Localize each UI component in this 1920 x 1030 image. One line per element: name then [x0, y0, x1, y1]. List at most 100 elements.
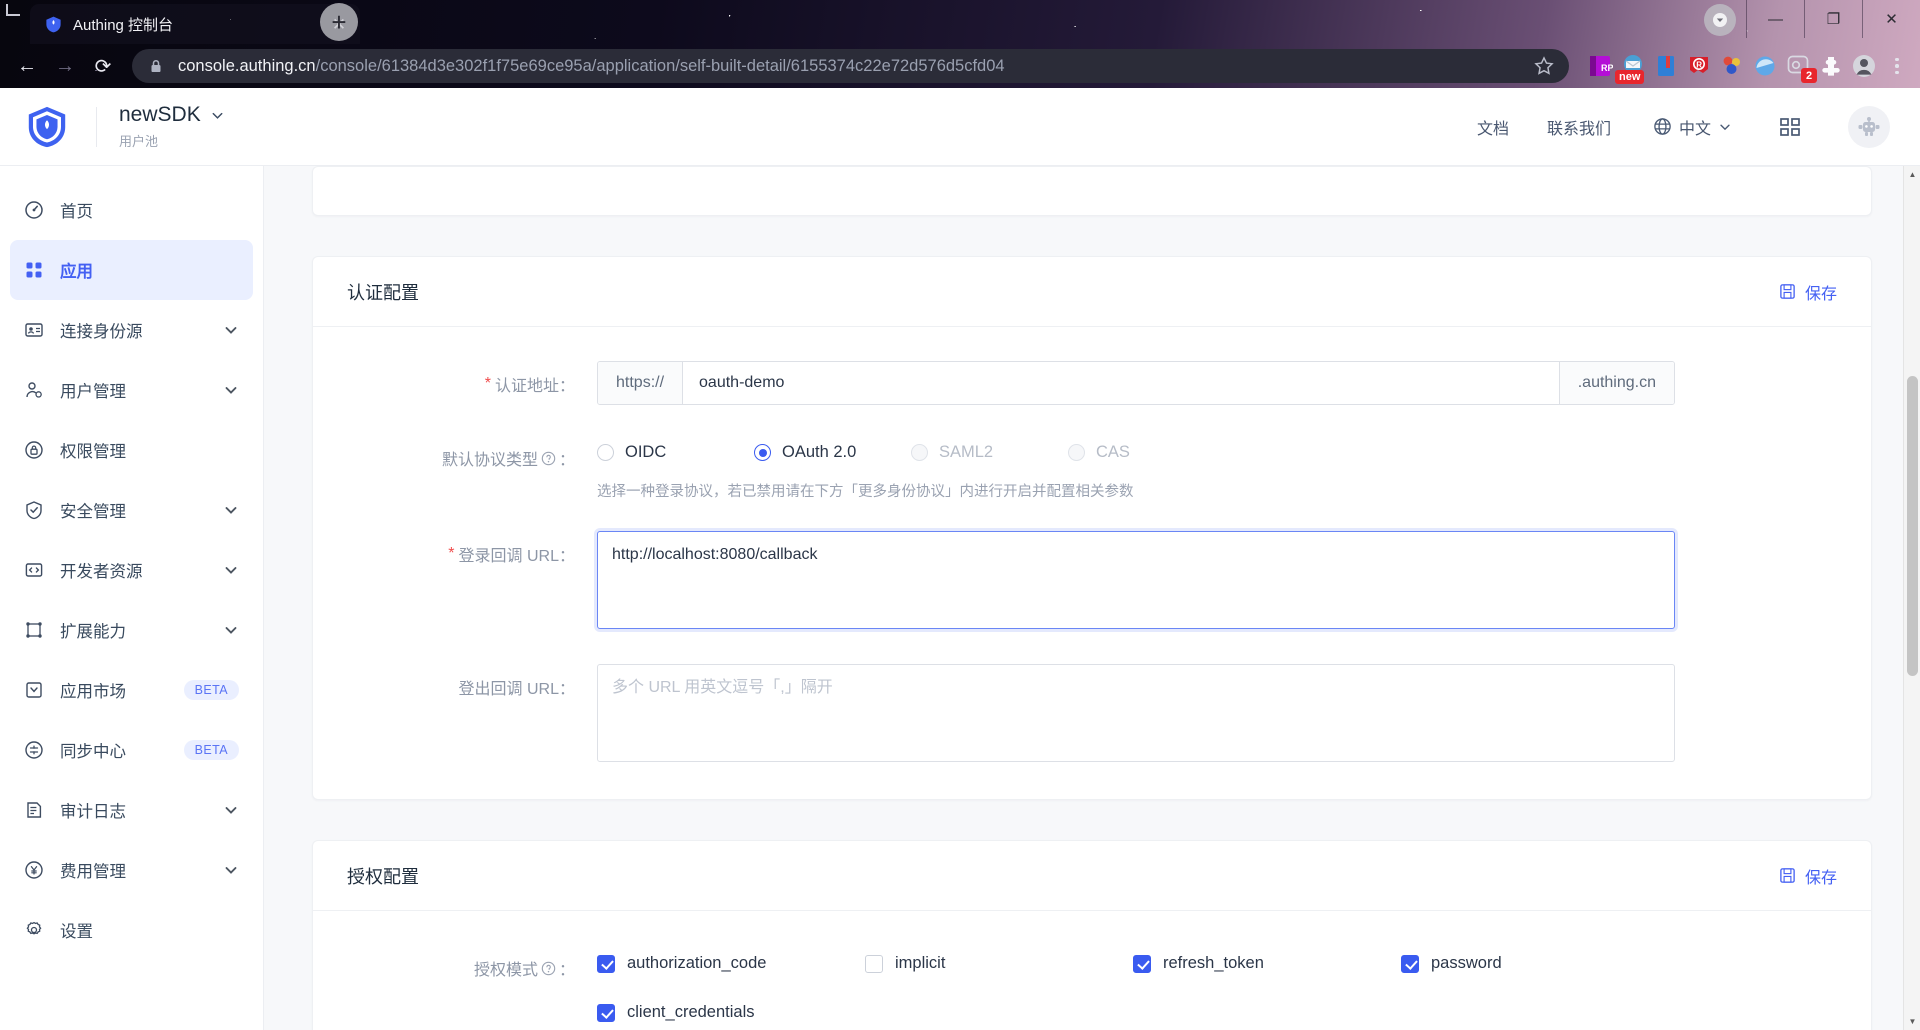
url-path: /console/61384d3e302f1f75e69ce95a/applic…	[316, 57, 1005, 75]
label-suffix: ：	[559, 446, 575, 470]
sidebar-item-user-management[interactable]: 用户管理	[10, 360, 253, 420]
docs-link[interactable]: 文档	[1477, 115, 1509, 139]
sidebar-item-sync-center[interactable]: 同步中心 BETA	[10, 720, 253, 780]
spheres-extension-icon[interactable]	[1719, 53, 1745, 79]
sidebar: 首页 应用 连接身份源 用户管理 权限管理	[0, 166, 264, 1030]
label-text: 登出回调 URL：	[459, 675, 575, 699]
required-marker: *	[485, 375, 491, 393]
reload-button[interactable]: ⟳	[86, 49, 120, 83]
auth-address-input[interactable]	[683, 362, 1559, 404]
scrollbar-up-arrow[interactable]: ▲	[1904, 166, 1920, 183]
protocol-option-oauth2[interactable]: OAuth 2.0	[754, 443, 911, 462]
question-circle-icon[interactable]	[541, 961, 556, 976]
mail-extension-icon[interactable]: new	[1620, 53, 1646, 79]
scrollbar-thumb[interactable]	[1907, 376, 1918, 676]
window-restore-button[interactable]: ❐	[1804, 0, 1862, 38]
sidebar-item-app-market[interactable]: 应用市场 BETA	[10, 660, 253, 720]
auth-address-input-group[interactable]: https:// .authing.cn	[597, 361, 1675, 405]
grant-mode-authorization-code[interactable]: authorization_code	[597, 954, 865, 973]
sidebar-item-label: 费用管理	[60, 858, 207, 882]
sidebar-item-billing[interactable]: 费用管理	[10, 840, 253, 900]
save-icon	[1779, 283, 1796, 300]
sidebar-item-audit-logs[interactable]: 审计日志	[10, 780, 253, 840]
globe-icon	[1653, 117, 1672, 136]
red-r-extension-icon[interactable]: R	[1686, 53, 1712, 79]
checkbox-indicator	[597, 1004, 615, 1022]
sidebar-item-home[interactable]: 首页	[10, 180, 253, 240]
grant-mode-refresh-token[interactable]: refresh_token	[1133, 954, 1401, 973]
grant-modes-row: 授权模式 ： authorization_code	[347, 945, 1837, 1030]
sidebar-item-settings[interactable]: 设置	[10, 900, 253, 960]
sidebar-item-identity-sources[interactable]: 连接身份源	[10, 300, 253, 360]
billing-icon	[24, 860, 44, 880]
required-marker: *	[448, 545, 454, 563]
logout-callback-label: 登出回调 URL：	[347, 664, 597, 699]
window-pin-button[interactable]	[1704, 4, 1736, 36]
chat-extension-icon[interactable]: 2	[1785, 53, 1811, 79]
question-circle-icon[interactable]	[541, 451, 556, 466]
chevron-down-icon	[210, 108, 225, 123]
auth-address-prefix: https://	[598, 362, 683, 404]
grant-config-save-button[interactable]: 保存	[1779, 864, 1837, 888]
sidebar-item-permissions[interactable]: 权限管理	[10, 420, 253, 480]
profile-avatar-icon[interactable]	[1851, 53, 1877, 79]
auth-config-save-button[interactable]: 保存	[1779, 280, 1837, 304]
window-minimize-button[interactable]: —	[1746, 0, 1804, 38]
contact-us-link[interactable]: 联系我们	[1547, 115, 1611, 139]
sidebar-item-label: 扩展能力	[60, 618, 207, 642]
app-body: 首页 应用 连接身份源 用户管理 权限管理	[0, 166, 1920, 1030]
rp-extension-icon[interactable]: RP	[1587, 53, 1613, 79]
puzzle-extensions-icon[interactable]	[1818, 53, 1844, 79]
option-label: implicit	[895, 954, 945, 973]
sidebar-item-applications[interactable]: 应用	[10, 240, 253, 300]
sidebar-item-extensions[interactable]: 扩展能力	[10, 600, 253, 660]
bookmark-star-icon[interactable]	[1533, 55, 1555, 77]
chevron-down-icon	[1718, 120, 1732, 134]
auth-config-title: 认证配置	[347, 279, 1779, 305]
grant-mode-client-credentials[interactable]: client_credentials	[597, 1003, 865, 1022]
address-bar[interactable]: console.authing.cn/console/61384d3e302f1…	[132, 49, 1569, 83]
grant-mode-implicit[interactable]: implicit	[865, 954, 1133, 973]
sidebar-item-developer-resources[interactable]: 开发者资源	[10, 540, 253, 600]
lock-circle-icon	[24, 440, 44, 460]
label-text: 登录回调 URL：	[459, 542, 575, 566]
new-tab-button[interactable]: +	[320, 3, 358, 41]
language-selector[interactable]: 中文	[1653, 115, 1732, 139]
chevron-down-icon	[223, 322, 239, 338]
grant-mode-password[interactable]: password	[1401, 954, 1669, 973]
logout-callback-textarea[interactable]	[597, 664, 1675, 762]
user-pool-sublabel: 用户池	[119, 131, 225, 150]
extension-badge: 2	[1801, 68, 1817, 83]
label-text: 默认协议类型	[442, 446, 538, 470]
scrollbar-down-arrow[interactable]: ▼	[1904, 1013, 1920, 1030]
grant-config-header: 授权配置 保存	[313, 841, 1871, 911]
browser-menu-button[interactable]	[1884, 58, 1910, 75]
login-callback-label: * 登录回调 URL：	[347, 531, 597, 566]
login-callback-textarea[interactable]	[597, 531, 1675, 629]
sidebar-item-label: 用户管理	[60, 378, 207, 402]
auth-config-header: 认证配置 保存	[313, 257, 1871, 327]
apps-grid-icon[interactable]	[1778, 115, 1802, 139]
label-text: 授权模式	[474, 956, 538, 980]
user-avatar[interactable]	[1848, 106, 1890, 148]
option-label: client_credentials	[627, 1003, 755, 1022]
save-label: 保存	[1805, 864, 1837, 888]
bookmark-extension-icon[interactable]	[1653, 53, 1679, 79]
sidebar-item-label: 开发者资源	[60, 558, 207, 582]
forward-button[interactable]: →	[48, 49, 82, 83]
tab-strip: Authing 控制台 ✕ + — ❐ ✕	[0, 0, 1920, 44]
protocol-option-oidc[interactable]: OIDC	[597, 443, 754, 462]
chevron-down-icon	[223, 502, 239, 518]
back-button[interactable]: ←	[10, 49, 44, 83]
sidebar-item-security[interactable]: 安全管理	[10, 480, 253, 540]
radio-indicator	[911, 444, 928, 461]
user-pool-selector[interactable]: newSDK 用户池	[119, 103, 225, 150]
browser-tab[interactable]: Authing 控制台 ✕	[30, 4, 360, 44]
authing-shield-logo[interactable]	[24, 104, 70, 150]
shield-icon	[44, 15, 63, 34]
blue-circle-extension-icon[interactable]	[1752, 53, 1778, 79]
label-suffix: ：	[559, 956, 575, 980]
page-scrollbar[interactable]: ▲ ▼	[1903, 166, 1920, 1030]
shield-check-icon	[24, 500, 44, 520]
window-close-button[interactable]: ✕	[1862, 0, 1920, 38]
